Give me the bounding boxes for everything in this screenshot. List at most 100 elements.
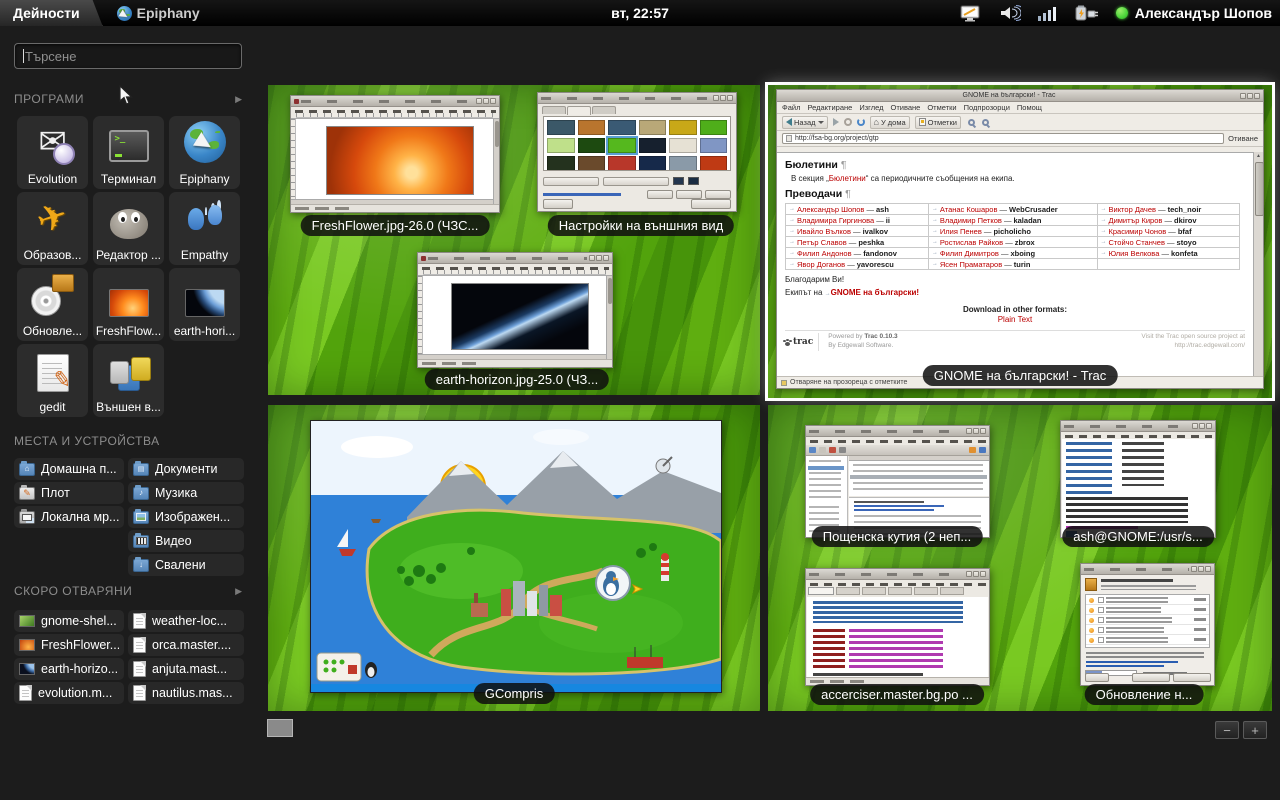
window-epiphany-trac[interactable]: GNOME на български! - Trac ФайлРедактира… bbox=[776, 89, 1264, 389]
team-line: Екипът на →GNOME на български! bbox=[785, 288, 1245, 297]
username: Александър Шопов bbox=[1135, 5, 1272, 21]
column-headers bbox=[849, 456, 989, 461]
app-tile[interactable]: Образов... bbox=[17, 192, 88, 265]
app-menu-button[interactable]: Epiphany bbox=[117, 5, 200, 21]
external-link-icon: → bbox=[789, 250, 795, 256]
translator-nick: ii bbox=[886, 216, 890, 225]
link-line bbox=[854, 505, 944, 507]
translator-nick: ash bbox=[876, 205, 889, 214]
place-item[interactable]: Свалени bbox=[128, 554, 244, 576]
window-update-manager[interactable] bbox=[1080, 563, 1215, 686]
display-settings-icon[interactable] bbox=[960, 5, 982, 22]
app-tile[interactable]: Empathy bbox=[169, 192, 240, 265]
update-row bbox=[1086, 635, 1209, 645]
search-box[interactable] bbox=[14, 43, 242, 69]
expand-arrow-icon[interactable]: ▶ bbox=[235, 94, 242, 105]
folder-icon bbox=[133, 463, 149, 476]
app-tile[interactable]: Външен в... bbox=[93, 344, 164, 417]
powered-by: Powered by Trac 0.10.3By Edgewall Softwa… bbox=[824, 333, 897, 351]
window-buttons bbox=[1191, 566, 1211, 572]
window-buttons bbox=[966, 571, 986, 577]
workspace-3[interactable]: GCompris bbox=[268, 405, 760, 711]
window-gcompris[interactable] bbox=[310, 420, 722, 693]
recent-item[interactable]: gnome-shel... bbox=[14, 610, 124, 632]
window-gedit-po-file[interactable] bbox=[805, 568, 990, 686]
search-input[interactable] bbox=[25, 49, 233, 64]
recent-item[interactable]: orca.master.... bbox=[128, 634, 244, 656]
recent-item[interactable]: anjuta.mast... bbox=[128, 658, 244, 680]
app-tile[interactable]: FreshFlow... bbox=[93, 268, 164, 341]
translator-name: Явор Доганов bbox=[797, 260, 855, 269]
link-line bbox=[1086, 661, 1178, 663]
place-item[interactable]: Изображен... bbox=[128, 506, 244, 528]
clock[interactable]: вт, 22:57 bbox=[611, 5, 669, 21]
app-tile[interactable]: gedit bbox=[17, 344, 88, 417]
workspace-1[interactable]: FreshFlower.jpg-26.0 (ЧЗС... bbox=[268, 85, 760, 395]
place-item[interactable]: Домашна п... bbox=[14, 458, 124, 480]
wallpaper-grid bbox=[547, 120, 727, 171]
url-input: http://fsa-bg.org/project/gtp bbox=[782, 133, 1224, 144]
wallpaper-thumbnail bbox=[578, 120, 606, 135]
places-col-1: Домашна п... Плот Локална мр... bbox=[14, 458, 124, 576]
recent-item[interactable]: nautilus.mas... bbox=[128, 682, 244, 704]
network-signal-icon[interactable] bbox=[1038, 6, 1058, 21]
app-tile[interactable]: earth-hori... bbox=[169, 268, 240, 341]
place-item[interactable]: Плот bbox=[14, 482, 124, 504]
workspace-indicator[interactable] bbox=[267, 719, 293, 737]
window-appearance-settings[interactable] bbox=[537, 92, 737, 212]
external-link-icon: → bbox=[1101, 250, 1107, 256]
external-link-icon: → bbox=[1101, 217, 1107, 223]
add-workspace-button[interactable]: + bbox=[1243, 721, 1267, 739]
app-tile[interactable]: Терминал bbox=[93, 116, 164, 189]
wallpaper-thumbnail bbox=[700, 156, 728, 171]
window-evolution-mail[interactable] bbox=[805, 425, 990, 538]
header-line bbox=[854, 501, 924, 503]
download-label: Download in other formats: bbox=[785, 305, 1245, 314]
tab bbox=[940, 587, 964, 595]
translator-cell: → Петър Славов peshka bbox=[786, 237, 929, 248]
recent-item[interactable]: earth-horizo... bbox=[14, 658, 124, 680]
selected-message bbox=[850, 475, 987, 479]
translator-name: Атанас Кошаров bbox=[940, 205, 1007, 214]
user-menu[interactable]: Александър Шопов bbox=[1116, 5, 1272, 21]
remove-workspace-button[interactable]: − bbox=[1215, 721, 1239, 739]
app-tile[interactable]: Редактор ... bbox=[93, 192, 164, 265]
activities-button[interactable]: Дейности bbox=[0, 0, 103, 26]
place-item[interactable]: Локална мр... bbox=[14, 506, 124, 528]
volume-icon[interactable] bbox=[999, 5, 1021, 21]
translator-cell: → Филип Андонов fandonov bbox=[786, 248, 929, 259]
translator-name: Стойчо Станчев bbox=[1109, 238, 1175, 247]
app-tile[interactable]: Evolution bbox=[17, 116, 88, 189]
check-button bbox=[1132, 673, 1170, 682]
window-gimp-earth[interactable] bbox=[417, 252, 613, 368]
place-item[interactable]: Видео bbox=[128, 530, 244, 552]
app-label: Външен в... bbox=[96, 400, 161, 414]
terminal-ls-column bbox=[1066, 442, 1112, 494]
recent-item[interactable]: weather-loc... bbox=[128, 610, 244, 632]
window-terminal[interactable] bbox=[1060, 420, 1216, 538]
battery-icon[interactable] bbox=[1075, 5, 1099, 21]
tab-strip bbox=[538, 104, 736, 115]
place-item[interactable]: Документи bbox=[128, 458, 244, 480]
url-text: http://fsa-bg.org/project/gtp bbox=[795, 135, 879, 142]
canvas-area bbox=[291, 118, 499, 204]
workspace-4[interactable]: Пощенска кутия (2 неп... ash@GNOME:/usr/… bbox=[768, 405, 1272, 711]
window-buttons bbox=[966, 428, 986, 434]
translator-cell: → bbox=[1098, 259, 1241, 270]
expand-arrow-icon[interactable]: ▶ bbox=[235, 586, 242, 597]
app-tile[interactable]: Epiphany bbox=[169, 116, 240, 189]
home-icon bbox=[874, 118, 879, 127]
place-item[interactable]: Музика bbox=[128, 482, 244, 504]
workspace-2-active[interactable]: GNOME на български! - Trac ФайлРедактира… bbox=[768, 85, 1272, 398]
recent-item[interactable]: FreshFlower... bbox=[14, 634, 124, 656]
gimp-icon bbox=[421, 256, 426, 261]
window-caption: FreshFlower.jpg-26.0 (ЧЗС... bbox=[301, 215, 490, 236]
translator-cell: → Атанас Кошаров WebCrusader bbox=[929, 204, 1098, 215]
thanks-line: Благодарим Ви! bbox=[785, 275, 1245, 284]
window-gimp-freshflower[interactable] bbox=[290, 95, 500, 213]
app-label: Evolution bbox=[28, 172, 77, 186]
app-tile[interactable]: Обновле... bbox=[17, 268, 88, 341]
wallpaper-thumbnail bbox=[547, 156, 575, 171]
recent-item[interactable]: evolution.m... bbox=[14, 682, 124, 704]
window-caption: Пощенска кутия (2 неп... bbox=[812, 526, 983, 547]
